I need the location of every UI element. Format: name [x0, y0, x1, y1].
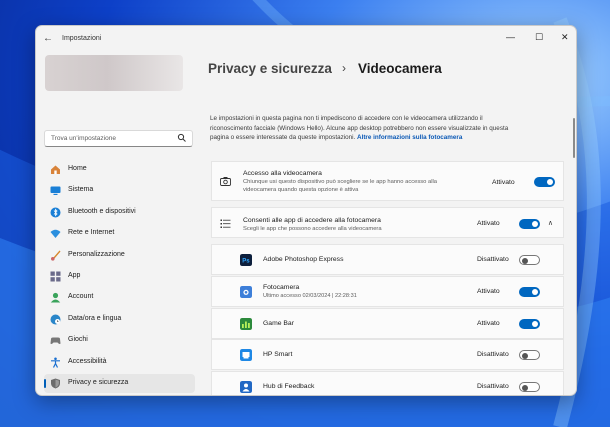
- close-button[interactable]: ✕: [561, 32, 569, 43]
- photoshop-icon: Ps: [240, 254, 252, 266]
- account-icon: [50, 293, 61, 303]
- globe-clock-icon: [50, 314, 61, 325]
- intro-line: pagina o essere interessate da queste im…: [210, 134, 463, 141]
- app-toggle[interactable]: [519, 318, 540, 329]
- network-icon: [50, 229, 61, 239]
- sidebar-item-privacy-e-sicurezza[interactable]: Privacy e sicurezza: [44, 374, 195, 393]
- app-name: Hub di Feedback: [263, 383, 315, 391]
- scrollbar[interactable]: [573, 118, 575, 158]
- camera-access-toggle[interactable]: [534, 177, 555, 187]
- app-access-state: Attivato: [477, 220, 500, 227]
- app-row: Fotocamera Ultimo accesso 02/03/2024 | 2…: [211, 275, 564, 307]
- app-last-access: Ultimo accesso 02/03/2024 | 22:28:31: [263, 292, 357, 299]
- info-link[interactable]: Altre informazioni sulla fotocamera: [357, 134, 462, 141]
- app-name: Game Bar: [263, 319, 294, 327]
- sidebar-item-bluetooth-e-dispositivi[interactable]: Bluetooth e dispositivi: [44, 203, 195, 222]
- sidebar-item-label: Account: [68, 293, 94, 301]
- gaming-icon: [50, 337, 61, 345]
- sidebar-item-label: Data/ora e lingua: [68, 314, 122, 322]
- sidebar-item-personalizzazione[interactable]: Personalizzazione: [44, 246, 195, 265]
- app-row: Ps Adobe Photoshop Express Disattivato: [211, 244, 564, 275]
- apps-icon: [50, 271, 61, 282]
- sidebar-item-app[interactable]: App: [44, 267, 195, 286]
- window-title: Impostazioni: [62, 35, 102, 42]
- breadcrumb-parent[interactable]: Privacy e sicurezza: [208, 61, 332, 76]
- app-state: Attivato: [477, 319, 500, 327]
- camera-icon: [220, 177, 231, 186]
- sidebar-item-windows-update[interactable]: Windows Update: [44, 395, 195, 396]
- sidebar-item-rete-e-internet[interactable]: Rete e Internet: [44, 224, 195, 243]
- app-name: Fotocamera: [263, 283, 300, 291]
- sidebar-item-label: Sistema: [68, 186, 94, 194]
- back-button[interactable]: ←: [43, 33, 53, 45]
- home-icon: [51, 165, 60, 174]
- app-toggle[interactable]: [519, 255, 540, 265]
- sidebar-item-account[interactable]: Account: [44, 288, 195, 307]
- camera-access-state: Attivato: [492, 179, 515, 186]
- app-toggle[interactable]: [519, 286, 540, 297]
- sidebar-item-home[interactable]: Home: [44, 160, 195, 179]
- search-input[interactable]: Trova un'impostazione: [51, 135, 116, 142]
- sidebar-item-label: Home: [68, 165, 87, 172]
- app-access-desc: Scegli le app che possono accedere alla …: [243, 226, 382, 232]
- app-row: Hub di Feedback Disattivato: [211, 371, 564, 395]
- app-state: Disattivato: [477, 351, 509, 359]
- chevron-up-icon[interactable]: ∧: [548, 219, 553, 227]
- intro-line: Le impostazioni in questa pagina non ti …: [210, 115, 483, 122]
- sidebar-item-label: Privacy e sicurezza: [68, 379, 129, 386]
- search-icon: [177, 133, 186, 142]
- account-avatar-blurred[interactable]: [45, 55, 183, 91]
- sidebar-item-label: Accessibilità: [68, 357, 107, 365]
- settings-window: ← Impostazioni — ☐ ✕ Trova un'impostazio…: [35, 25, 577, 396]
- app-row: Game Bar Attivato: [211, 307, 564, 339]
- breadcrumb-separator: ›: [342, 61, 346, 75]
- app-state: Disattivato: [477, 256, 509, 263]
- camera-access-title: Accesso alla videocamera: [243, 170, 322, 177]
- sidebar-item-label: Bluetooth e dispositivi: [68, 207, 136, 215]
- sidebar-item-accessibilit[interactable]: Accessibilità: [44, 353, 195, 372]
- system-icon: [50, 186, 61, 196]
- sidebar-item-sistema[interactable]: Sistema: [44, 181, 195, 200]
- app-toggle[interactable]: [519, 350, 540, 361]
- accessibility-icon: [51, 357, 60, 368]
- sidebar-item-label: Giochi: [68, 336, 88, 344]
- sidebar-item-label: Rete e Internet: [68, 229, 115, 237]
- camera-access-card: Accesso alla videocamera Chiunque usi qu…: [211, 161, 564, 201]
- camera-app-icon: [240, 285, 252, 298]
- intro-text: Le impostazioni in questa pagina non ti …: [210, 114, 565, 143]
- feedback-hub-icon: [240, 381, 252, 394]
- camera-access-desc: Chiunque usi questo dispositivo può sceg…: [243, 179, 438, 193]
- maximize-button[interactable]: ☐: [535, 32, 543, 43]
- search-box[interactable]: Trova un'impostazione: [44, 130, 193, 147]
- app-name: HP Smart: [263, 351, 293, 359]
- app-toggle[interactable]: [519, 382, 540, 393]
- sidebar-item-label: App: [68, 272, 81, 279]
- title-bar: ← Impostazioni — ☐ ✕: [36, 26, 576, 52]
- brush-icon: [51, 250, 61, 261]
- svg-text:Ps: Ps: [242, 259, 250, 265]
- bluetooth-icon: [50, 207, 61, 218]
- app-name: Adobe Photoshop Express: [263, 256, 344, 263]
- app-access-title: Consenti alle app di accedere alla fotoc…: [243, 217, 381, 224]
- app-access-card[interactable]: Consenti alle app di accedere alla fotoc…: [211, 207, 564, 238]
- app-state: Attivato: [477, 287, 500, 295]
- shield-icon: [51, 378, 60, 389]
- hp-smart-icon: [240, 349, 252, 362]
- minimize-button[interactable]: —: [506, 32, 515, 43]
- sidebar-item-label: Personalizzazione: [68, 250, 125, 258]
- sidebar: Trova un'impostazione Home Sistema Bluet…: [36, 52, 200, 396]
- sidebar-item-data-ora-e-lingua[interactable]: Data/ora e lingua: [44, 310, 195, 329]
- app-state: Disattivato: [477, 383, 509, 391]
- intro-line: riconoscimento facciale (Windows Hello).…: [210, 124, 509, 132]
- sidebar-item-giochi[interactable]: Giochi: [44, 331, 195, 350]
- game-bar-icon: [240, 317, 252, 330]
- main-content: Privacy e sicurezza › Videocamera Le imp…: [208, 52, 576, 395]
- app-access-toggle[interactable]: [519, 219, 540, 229]
- page-title: Videocamera: [358, 61, 442, 76]
- list-icon: [220, 219, 231, 228]
- app-row: HP Smart Disattivato: [211, 339, 564, 371]
